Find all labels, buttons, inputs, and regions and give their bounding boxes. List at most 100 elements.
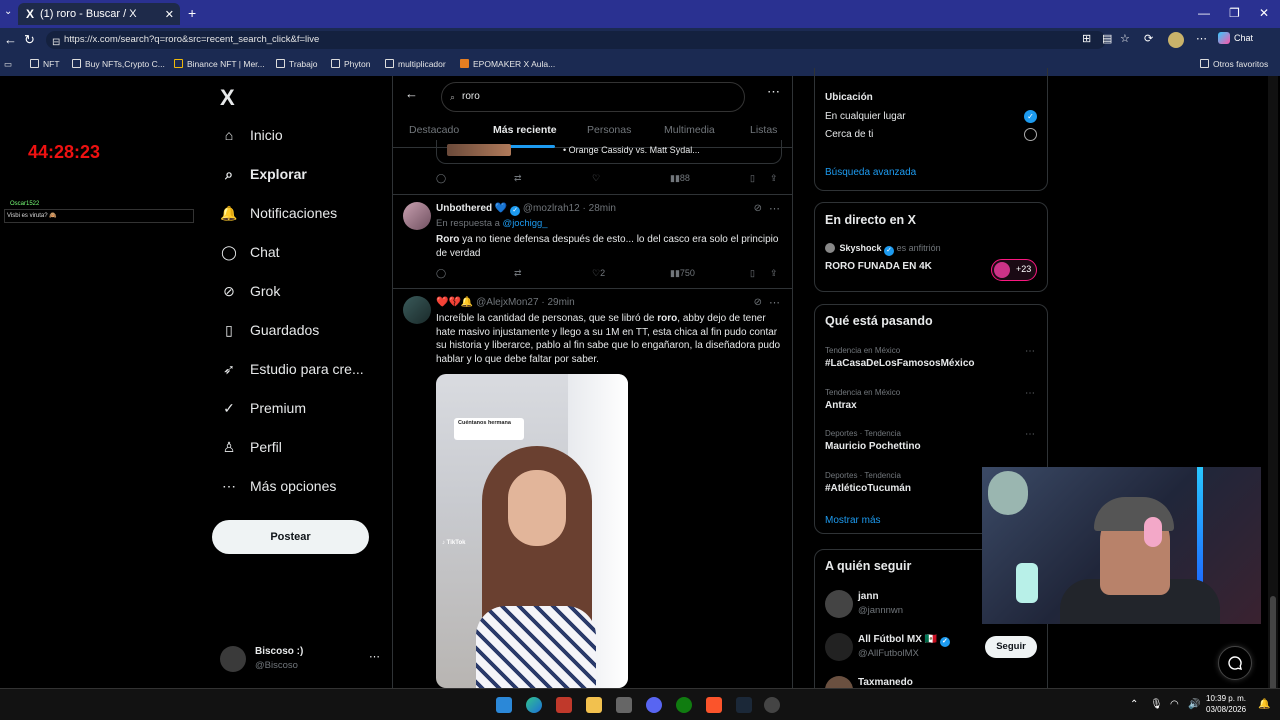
follow-name[interactable]: All Fútbol MX 🇲🇽 ✓ (858, 634, 950, 647)
other-favorites[interactable]: Otros favoritos (1200, 59, 1268, 69)
menu-dots-icon[interactable]: ⋯ (1196, 32, 1207, 45)
follow-name[interactable]: jann (858, 591, 879, 602)
trend-name[interactable]: #AtléticoTucumán (825, 483, 911, 494)
tweet-time[interactable]: 28min (589, 203, 616, 214)
radio-anywhere[interactable]: ✓ (1024, 110, 1037, 123)
nav-notificaciones[interactable]: 🔔 Notificaciones (220, 204, 337, 222)
avatar[interactable] (825, 633, 853, 661)
bookmark-trabajo[interactable]: Trabajo (276, 59, 318, 69)
tweet-author-name[interactable]: ❤️💔🔔 (436, 297, 473, 308)
site-info-icon[interactable]: ⊟ (52, 34, 60, 52)
bookmark-icon[interactable]: ▯ (750, 173, 755, 184)
like-icon[interactable]: ♡ (592, 173, 600, 184)
tweet-author-handle[interactable]: @AlejxMon27 (476, 297, 538, 308)
nav-grok[interactable]: ⊘ Grok (220, 282, 280, 300)
search-input[interactable]: ⌕ roro (441, 82, 745, 112)
live-host[interactable]: Skyshock ✓ es anfitrión (825, 243, 941, 256)
nav-perfil[interactable]: ♙ Perfil (220, 438, 282, 456)
obs-icon[interactable] (764, 697, 780, 713)
bookmark-binance[interactable]: Binance NFT | Mer... (174, 59, 265, 69)
bookmark-multiplicador[interactable]: multiplicador (385, 59, 446, 69)
volume-icon[interactable]: 🔊 (1188, 699, 1200, 710)
more-dots-icon[interactable]: ⋯ (369, 650, 380, 663)
copilot-button[interactable]: Chat (1218, 32, 1253, 44)
reply-icon[interactable]: ◯ (436, 173, 446, 184)
follow-name[interactable]: Taxmanedo (858, 677, 913, 688)
reply-icon[interactable]: ◯ (436, 268, 446, 279)
tab-destacado[interactable]: Destacado (409, 124, 459, 136)
radio-near[interactable] (1024, 128, 1037, 141)
avatar[interactable] (825, 590, 853, 618)
follow-handle[interactable]: @jannnwn (858, 605, 903, 616)
more-dots-icon[interactable]: ⋯ (769, 296, 780, 309)
app-icon[interactable] (556, 697, 572, 713)
bookmark-epomaker[interactable]: EPOMAKER X Aula... (460, 59, 555, 69)
favorite-icon[interactable]: ☆ (1120, 32, 1130, 45)
more-dots-icon[interactable]: ⋯ (1025, 429, 1035, 440)
tweet-author-handle[interactable]: @mozlrah12 (523, 203, 580, 214)
trend-name[interactable]: #LaCasaDeLosFamososMéxico (825, 358, 975, 369)
tab-multimedia[interactable]: Multimedia (664, 124, 715, 136)
more-dots-icon[interactable]: ⋯ (1025, 346, 1035, 357)
refresh-icon[interactable]: ↻ (24, 32, 35, 48)
tab-personas[interactable]: Personas (587, 124, 631, 136)
back-icon[interactable]: ← (4, 32, 17, 47)
bookmarks-sidebar-icon[interactable]: ▭ (4, 59, 12, 70)
location-anywhere[interactable]: En cualquier lugar (825, 111, 906, 122)
new-tab-icon[interactable]: + (188, 5, 196, 21)
nav-explorar[interactable]: ⌕ Explorar (220, 165, 307, 183)
tweet-video[interactable]: Cuéntanos hermana ♪ TikTok (436, 374, 628, 688)
discord-icon[interactable] (646, 697, 662, 713)
nav-mas-opciones[interactable]: ⋯ Más opciones (220, 477, 336, 495)
tab-list-icon[interactable]: ⌄ (4, 6, 12, 17)
trend-name[interactable]: Antrax (825, 400, 857, 411)
extensions-icon[interactable]: ⟳ (1144, 32, 1153, 45)
bookmark-buy-nfts[interactable]: Buy NFTs,Crypto C... (72, 59, 165, 69)
grok-icon[interactable]: ⊘ (754, 297, 762, 308)
page-scrollbar[interactable] (1268, 76, 1278, 696)
taskbar-clock[interactable]: 10:39 p. m. 03/08/2026 (1206, 693, 1246, 715)
nav-chat[interactable]: ◯ Chat (220, 243, 279, 261)
brave-icon[interactable] (706, 697, 722, 713)
start-icon[interactable] (496, 697, 512, 713)
location-near[interactable]: Cerca de ti (825, 129, 873, 140)
reply-to-link[interactable]: @jochigg_ (503, 218, 548, 229)
nav-inicio[interactable]: ⌂ Inicio (220, 126, 283, 144)
file-explorer-icon[interactable] (586, 697, 602, 713)
advanced-search-link[interactable]: Búsqueda avanzada (825, 167, 916, 178)
tab-mas-reciente[interactable]: Más reciente (493, 124, 557, 136)
grok-icon[interactable]: ⊘ (754, 203, 762, 214)
post-button[interactable]: Postear (212, 520, 369, 554)
live-stream-title[interactable]: RORO FUNADA EN 4K (825, 261, 932, 272)
account-switcher[interactable]: Biscoso :) @Biscoso ⋯ (220, 644, 380, 676)
xbox-icon[interactable] (676, 697, 692, 713)
search-options-icon[interactable]: ⋯ (767, 84, 780, 100)
minimize-icon[interactable]: — (1198, 6, 1210, 20)
profile-avatar[interactable] (1168, 32, 1184, 48)
maximize-icon[interactable]: ❐ (1229, 6, 1240, 20)
tweet-author-name[interactable]: Unbothered 💙 (436, 203, 507, 214)
tray-chevron-icon[interactable]: ⌃ (1130, 699, 1138, 710)
notifications-icon[interactable]: 🔔 (1258, 699, 1270, 710)
more-dots-icon[interactable]: ⋯ (1025, 388, 1035, 399)
app-icon[interactable] (616, 697, 632, 713)
tab-listas[interactable]: Listas (750, 124, 777, 136)
reader-icon[interactable]: ▤ (1102, 32, 1112, 45)
nav-premium[interactable]: ✓ Premium (220, 399, 306, 417)
repost-icon[interactable]: ⇄ (514, 173, 522, 184)
x-logo-icon[interactable]: X (220, 85, 235, 111)
follow-handle[interactable]: @AllFutbolMX (858, 648, 919, 659)
views-count[interactable]: ▮▮ 750 (670, 268, 695, 279)
share-icon[interactable]: ⇪ (770, 173, 778, 184)
microphone-icon[interactable]: 🎙 (1150, 699, 1163, 710)
browser-tab[interactable]: X (1) roro - Buscar / X ✕ (18, 3, 180, 25)
more-dots-icon[interactable]: ⋯ (769, 202, 780, 215)
show-more-link[interactable]: Mostrar más (825, 515, 881, 526)
scrollbar-thumb[interactable] (1270, 596, 1276, 696)
quoted-post[interactable]: • Orange Cassidy vs. Matt Sydal... (436, 140, 782, 164)
tweet-time[interactable]: 29min (547, 297, 574, 308)
edge-icon[interactable] (526, 697, 542, 713)
close-tab-icon[interactable]: ✕ (165, 8, 174, 21)
nav-guardados[interactable]: ▯ Guardados (220, 321, 319, 339)
like-button[interactable]: ♡ 2 (592, 268, 605, 279)
